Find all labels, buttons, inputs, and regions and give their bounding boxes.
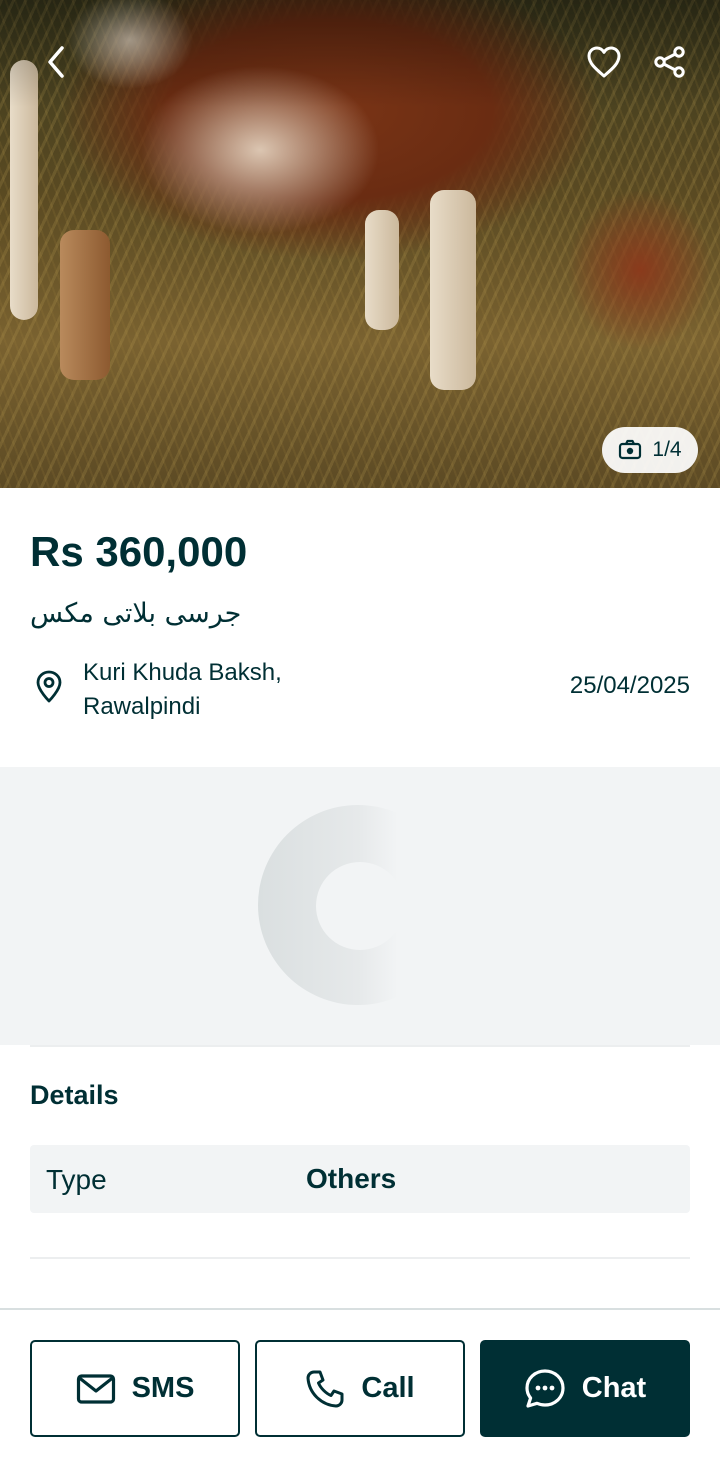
section-divider <box>30 1257 690 1259</box>
image-counter[interactable]: 1/4 <box>602 427 698 473</box>
image-counter-text: 1/4 <box>652 438 682 461</box>
heart-icon <box>587 46 621 78</box>
share-button[interactable] <box>646 38 694 86</box>
listing-location: Kuri Khuda Baksh, Rawalpindi <box>83 659 282 720</box>
chat-bubble-icon <box>525 1368 565 1408</box>
chevron-left-icon <box>48 46 64 78</box>
listing-price: Rs 360,000 <box>30 528 248 575</box>
chat-button[interactable]: Chat <box>480 1340 690 1437</box>
detail-key: Type <box>46 1164 107 1195</box>
section-divider <box>30 1045 690 1047</box>
location-pin-icon <box>36 670 62 703</box>
detail-value: Others <box>306 1163 397 1194</box>
detail-row-type: Type Others <box>30 1145 690 1213</box>
call-label: Call <box>361 1372 415 1404</box>
mail-icon <box>76 1373 115 1404</box>
details-heading: Details <box>30 1080 119 1110</box>
map-placeholder[interactable] <box>0 767 720 1045</box>
loading-spinner <box>258 805 458 1005</box>
listing-title: جرسی بلاتی مکس <box>30 598 242 629</box>
favorite-button[interactable] <box>580 38 628 86</box>
sms-button[interactable]: SMS <box>30 1340 240 1437</box>
call-button[interactable]: Call <box>255 1340 465 1437</box>
camera-icon <box>619 439 642 460</box>
phone-icon <box>306 1370 344 1407</box>
chat-label: Chat <box>581 1372 647 1404</box>
share-icon <box>654 46 685 78</box>
listing-date: 25/04/2025 <box>569 672 690 699</box>
back-button[interactable] <box>32 38 80 86</box>
sms-label: SMS <box>131 1372 195 1404</box>
